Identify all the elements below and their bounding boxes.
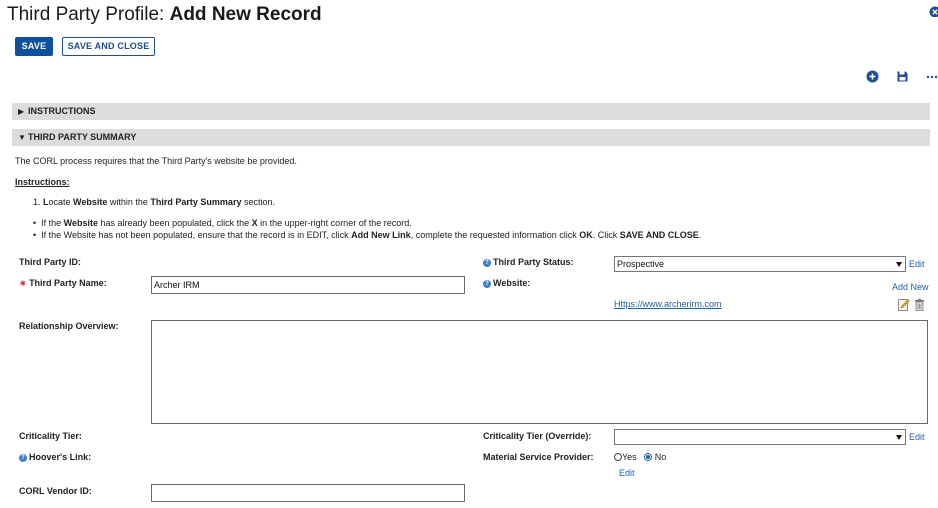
instructions-heading: Instructions: bbox=[15, 177, 70, 187]
third-party-status-label: ? Third Party Status: bbox=[483, 257, 574, 267]
corl-vendor-id-input[interactable] bbox=[151, 484, 465, 502]
criticality-override-label: Criticality Tier (Override): bbox=[483, 431, 592, 441]
chevron-down-icon bbox=[896, 435, 902, 440]
website-url-link[interactable]: Https://www.archerirm.com bbox=[614, 299, 722, 309]
help-icon[interactable]: ? bbox=[19, 454, 27, 462]
bullet-text: If the bbox=[41, 218, 64, 228]
page-title-prefix: Third Party Profile: bbox=[7, 4, 170, 25]
trash-icon bbox=[915, 298, 924, 311]
third-party-name-input[interactable]: Archer IRM bbox=[151, 276, 465, 294]
hoovers-link-label-text: Hoover's Link: bbox=[29, 452, 92, 462]
section-summary-label: THIRD PARTY SUMMARY bbox=[28, 132, 137, 142]
step-text: Third Party Summary bbox=[150, 197, 242, 207]
help-icon[interactable]: ? bbox=[483, 259, 491, 267]
instruction-bullet-1: • If the Website has already been popula… bbox=[33, 218, 412, 228]
section-instructions[interactable]: ▶ INSTRUCTIONS bbox=[12, 103, 930, 120]
delete-link-button[interactable] bbox=[913, 298, 926, 311]
third-party-status-label-text: Third Party Status: bbox=[493, 257, 574, 267]
relationship-overview-label: Relationship Overview: bbox=[19, 321, 119, 331]
criticality-override-edit-link[interactable]: Edit bbox=[909, 432, 925, 442]
bullet-text: Website bbox=[63, 218, 99, 228]
bullet-text: . Click bbox=[592, 230, 620, 240]
criticality-override-select[interactable] bbox=[614, 429, 906, 445]
save-disk-icon bbox=[897, 71, 908, 82]
section-third-party-summary[interactable]: ▼ THIRD PARTY SUMMARY bbox=[12, 129, 930, 146]
bullet-dot: • bbox=[33, 218, 42, 228]
required-asterisk-icon: ∗ bbox=[19, 278, 27, 288]
section-instructions-label: INSTRUCTIONS bbox=[28, 106, 96, 116]
radio-no-label: No bbox=[654, 452, 667, 462]
add-circle-icon bbox=[866, 70, 879, 83]
relationship-overview-textarea[interactable] bbox=[151, 320, 928, 424]
add-new-link[interactable]: Add New bbox=[892, 282, 929, 292]
edit-pencil-icon bbox=[898, 299, 910, 311]
step-number: 1. bbox=[33, 197, 44, 207]
step-text: ocate bbox=[48, 197, 74, 207]
material-service-provider-edit-link[interactable]: Edit bbox=[619, 468, 635, 478]
third-party-name-label-text: Third Party Name: bbox=[29, 278, 107, 288]
bullet-text: Add New Link bbox=[351, 230, 411, 240]
bullet-dot: • bbox=[33, 230, 42, 240]
save-button[interactable]: SAVE bbox=[15, 37, 53, 56]
bullet-text: has already been populated, click the bbox=[98, 218, 252, 228]
help-icon[interactable]: ? bbox=[483, 280, 491, 288]
website-label-text: Website: bbox=[493, 278, 531, 288]
page-title-bold: Add New Record bbox=[169, 4, 322, 25]
chevron-down-icon bbox=[896, 262, 902, 267]
criticality-tier-label: Criticality Tier: bbox=[19, 431, 82, 441]
add-record-button[interactable] bbox=[866, 70, 880, 84]
instruction-bullet-2: • If the Website has not been populated,… bbox=[33, 230, 701, 240]
step-text: section. bbox=[241, 197, 275, 207]
radio-yes-label: Yes bbox=[622, 452, 637, 462]
save-toolbar-button[interactable] bbox=[896, 70, 910, 84]
step-text: within the bbox=[107, 197, 151, 207]
radio-yes[interactable] bbox=[614, 453, 622, 461]
collapse-triangle-icon: ▼ bbox=[18, 133, 26, 142]
material-service-provider-label: Material Service Provider: bbox=[483, 452, 594, 462]
third-party-name-label: ∗ Third Party Name: bbox=[19, 278, 107, 289]
expand-triangle-icon: ▶ bbox=[18, 107, 25, 116]
bullet-text: . bbox=[698, 230, 702, 240]
bullet-text: in the upper-right corner of the record. bbox=[257, 218, 412, 228]
bullet-text: , complete the requested information cli… bbox=[410, 230, 580, 240]
edit-link-button[interactable] bbox=[898, 298, 910, 311]
save-and-close-button[interactable]: SAVE AND CLOSE bbox=[62, 37, 155, 56]
material-service-provider-radios: Yes No bbox=[614, 452, 666, 462]
summary-intro: The CORL process requires that the Third… bbox=[15, 156, 297, 166]
bullet-text: If the Website has not been populated, e… bbox=[41, 230, 352, 240]
close-record-button[interactable] bbox=[929, 5, 938, 17]
hoovers-link-label: ? Hoover's Link: bbox=[19, 452, 91, 462]
bullet-text: SAVE AND CLOSE bbox=[619, 230, 699, 240]
third-party-status-select[interactable]: Prospective bbox=[614, 256, 906, 272]
website-label: ? Website: bbox=[483, 278, 530, 288]
instruction-step-1: 1. Locate Website within the Third Party… bbox=[33, 197, 275, 207]
third-party-status-edit-link[interactable]: Edit bbox=[909, 259, 925, 269]
more-options-button[interactable] bbox=[926, 70, 938, 84]
corl-vendor-id-label: CORL Vendor ID: bbox=[19, 486, 92, 496]
third-party-id-label: Third Party ID: bbox=[19, 257, 82, 267]
page-title: Third Party Profile: Add New Record bbox=[7, 4, 322, 26]
radio-no[interactable] bbox=[644, 453, 653, 461]
step-text: Website bbox=[73, 197, 108, 207]
third-party-status-value: Prospective bbox=[617, 259, 665, 269]
more-options-icon bbox=[926, 75, 938, 79]
bullet-text: OK bbox=[579, 230, 593, 240]
close-icon bbox=[929, 6, 938, 17]
